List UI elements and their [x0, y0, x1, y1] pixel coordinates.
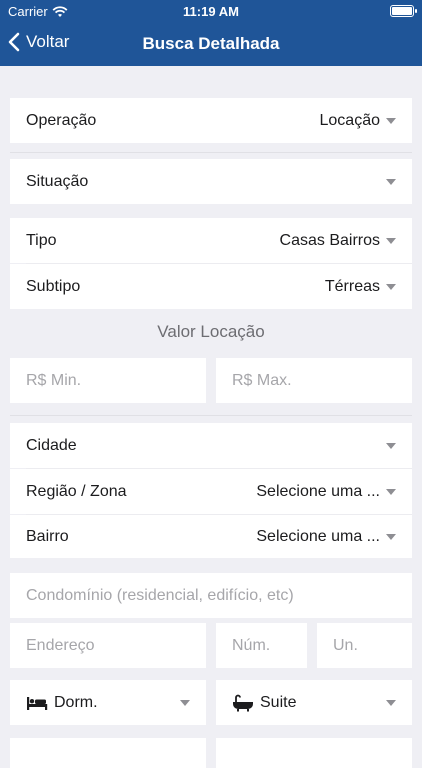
clock: 11:19 AM [183, 4, 239, 19]
regiao-label: Região / Zona [26, 482, 127, 500]
tipo-label: Tipo [26, 231, 57, 249]
subtipo-value: Térreas [324, 277, 380, 295]
bairro-label: Bairro [26, 527, 69, 545]
operacao-value: Locação [319, 111, 381, 129]
caret-down-icon [386, 442, 396, 449]
regiao-select[interactable]: Região / Zona Selecione uma ... [10, 469, 412, 514]
subtipo-label: Subtipo [26, 277, 81, 295]
bed-icon [27, 696, 48, 710]
page-title: Busca Detalhada [142, 34, 280, 53]
suite-label: Suite [260, 693, 297, 711]
bathtub-icon [233, 694, 253, 711]
cidade-select[interactable]: Cidade [10, 423, 412, 468]
valor-max-input[interactable]: R$ Max. [216, 358, 412, 403]
dorm-label-group: Dorm. [26, 694, 180, 712]
valor-max-placeholder: R$ Max. [232, 371, 292, 389]
tipo-select[interactable]: Tipo Casas Bairros [10, 218, 412, 263]
numero-input[interactable]: Núm. [216, 623, 307, 668]
caret-down-icon [386, 237, 396, 244]
numero-placeholder: Núm. [232, 636, 271, 654]
bairro-select[interactable]: Bairro Selecione uma ... [10, 515, 412, 558]
section-divider [10, 415, 412, 416]
navigation-bar: Voltar Busca Detalhada [0, 22, 422, 66]
valor-section-title: Valor Locação [157, 322, 265, 341]
caret-down-icon [386, 533, 396, 540]
valor-min-placeholder: R$ Min. [26, 371, 82, 389]
valor-min-input[interactable]: R$ Min. [10, 358, 206, 403]
caret-down-icon [386, 488, 396, 495]
unidade-input[interactable]: Un. [317, 623, 412, 668]
regiao-value: Selecione uma ... [256, 482, 380, 500]
endereco-input[interactable]: Endereço [10, 623, 206, 668]
status-bar: Carrier 11:19 AM [0, 0, 422, 22]
dorm-label: Dorm. [54, 693, 98, 711]
tipo-value: Casas Bairros [279, 231, 380, 249]
cidade-label: Cidade [26, 436, 77, 454]
dormitorios-select[interactable]: Dorm. [10, 680, 206, 725]
caret-down-icon [180, 699, 190, 706]
caret-down-icon [386, 283, 396, 290]
section-divider [10, 152, 412, 153]
subtipo-select[interactable]: Subtipo Térreas [10, 264, 412, 309]
endereco-placeholder: Endereço [26, 636, 95, 654]
condominio-placeholder: Condomínio (residencial, edifício, etc) [26, 586, 294, 604]
caret-down-icon [386, 178, 396, 185]
next-row-right[interactable] [216, 738, 412, 768]
situacao-select[interactable]: Situação [10, 159, 412, 204]
next-row-left[interactable] [10, 738, 206, 768]
bairro-value: Selecione uma ... [256, 527, 380, 545]
condominio-input[interactable]: Condomínio (residencial, edifício, etc) [10, 573, 412, 618]
operacao-label: Operação [26, 111, 97, 129]
caret-down-icon [386, 699, 396, 706]
suite-label-group: Suite [232, 694, 386, 712]
unidade-placeholder: Un. [333, 636, 358, 654]
battery-icon [390, 5, 417, 17]
operacao-select[interactable]: Operação Locação [10, 98, 412, 143]
situacao-label: Situação [26, 172, 89, 190]
suite-select[interactable]: Suite [216, 680, 412, 725]
caret-down-icon [386, 117, 396, 124]
